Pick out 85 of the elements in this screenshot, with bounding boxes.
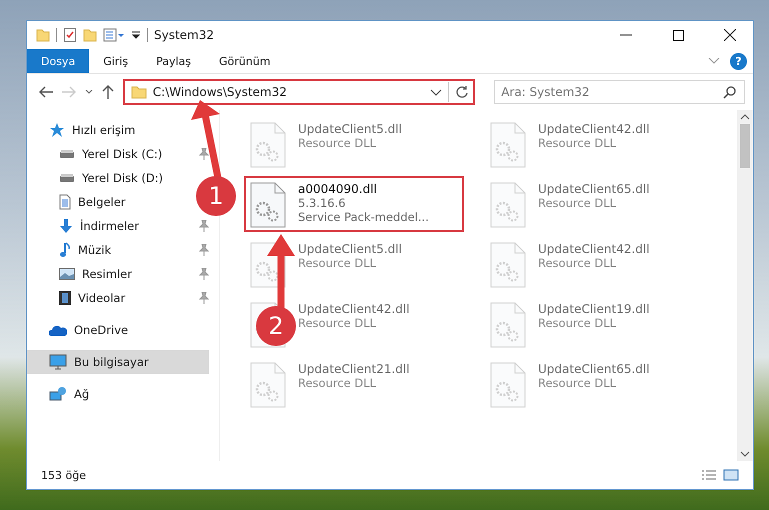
file-detail: Resource DLL bbox=[298, 256, 376, 270]
dropdown-icon[interactable] bbox=[131, 31, 141, 39]
sidebar-item[interactable]: Videolar bbox=[27, 286, 132, 310]
dll-file-icon bbox=[490, 362, 526, 408]
scrollbar-thumb[interactable] bbox=[740, 124, 750, 168]
dll-file-icon bbox=[490, 242, 526, 288]
file-detail: Resource DLL bbox=[298, 136, 376, 150]
pin-icon[interactable] bbox=[199, 220, 209, 232]
folder-icon bbox=[130, 86, 147, 98]
ribbon-tab[interactable]: Giriş bbox=[89, 49, 142, 73]
properties-icon[interactable] bbox=[103, 28, 125, 42]
close-icon bbox=[724, 29, 736, 41]
ribbon-tab[interactable]: Paylaş bbox=[142, 49, 205, 73]
dll-file-icon bbox=[250, 122, 286, 168]
file-name[interactable]: UpdateClient19.dll bbox=[538, 302, 650, 316]
back-icon[interactable] bbox=[39, 86, 53, 98]
chevron-icon[interactable] bbox=[740, 114, 750, 120]
address-field[interactable]: C:\Windows\System32 bbox=[122, 79, 476, 105]
sidebar-item[interactable]: Resimler bbox=[27, 262, 138, 286]
dll-file-icon bbox=[490, 182, 526, 228]
file-detail: Resource DLL bbox=[538, 136, 616, 150]
checklist-icon[interactable] bbox=[63, 27, 77, 43]
dll-file-icon bbox=[250, 362, 286, 408]
item-count: 153 öğe bbox=[41, 468, 86, 482]
sidebar-item[interactable]: OneDrive bbox=[27, 318, 134, 342]
cloud-icon bbox=[49, 324, 67, 336]
chevron-icon[interactable] bbox=[430, 88, 442, 96]
file-detail: Resource DLL bbox=[298, 376, 376, 390]
file-name[interactable]: UpdateClient42.dll bbox=[298, 302, 410, 316]
pin-icon[interactable] bbox=[199, 244, 209, 256]
file-detail: Resource DLL bbox=[538, 316, 616, 330]
file-name[interactable]: UpdateClient42.dll bbox=[538, 122, 650, 136]
file-name[interactable]: UpdateClient65.dll bbox=[538, 362, 650, 376]
picture-icon bbox=[59, 268, 75, 280]
up-icon[interactable] bbox=[102, 85, 114, 99]
file-detail: Resource DLL bbox=[538, 256, 616, 270]
music-note-icon bbox=[59, 242, 71, 258]
file-name[interactable]: a0004090.dll bbox=[298, 182, 377, 196]
refresh-icon[interactable] bbox=[455, 85, 470, 99]
file-detail: Resource DLL bbox=[298, 316, 376, 330]
file-detail: Resource DLL bbox=[538, 196, 616, 210]
sidebar-item[interactable]: Ağ bbox=[27, 382, 96, 406]
sidebar-item[interactable]: Yerel Disk (C:) bbox=[27, 142, 168, 166]
star-icon bbox=[49, 122, 65, 138]
sidebar-item[interactable]: Bu bilgisayar bbox=[27, 350, 209, 374]
sidebar-item[interactable]: Müzik bbox=[27, 238, 118, 262]
sidebar-item[interactable]: Hızlı erişim bbox=[27, 118, 142, 142]
ribbon-tab[interactable]: Görünüm bbox=[205, 49, 284, 73]
chevron-icon[interactable] bbox=[84, 90, 93, 94]
details-view-icon[interactable] bbox=[701, 470, 717, 480]
ribbon-tab[interactable]: Dosya bbox=[27, 49, 90, 73]
help-button[interactable]: ? bbox=[730, 52, 747, 70]
sidebar-item[interactable]: Belgeler bbox=[27, 190, 132, 214]
monitor-icon bbox=[49, 354, 67, 370]
search-icon bbox=[723, 85, 737, 99]
pin-icon[interactable] bbox=[199, 292, 209, 304]
network-icon bbox=[49, 387, 67, 401]
file-name[interactable]: UpdateClient65.dll bbox=[538, 182, 650, 196]
search-field[interactable]: Ara: System32 bbox=[494, 80, 745, 104]
dll-file-icon bbox=[250, 182, 286, 228]
drive-icon bbox=[59, 174, 75, 182]
dll-file-icon bbox=[490, 302, 526, 348]
chevron-icon[interactable] bbox=[740, 451, 750, 457]
document-icon bbox=[59, 194, 71, 210]
film-icon bbox=[59, 290, 71, 306]
dll-file-icon bbox=[490, 122, 526, 168]
file-name[interactable]: UpdateClient5.dll bbox=[298, 122, 402, 136]
window-title: System32 bbox=[154, 28, 214, 42]
maximize-icon bbox=[672, 30, 684, 40]
file-detail: 5.3.16.6 bbox=[298, 196, 346, 210]
file-detail: Service Pack-meddel... bbox=[298, 210, 429, 224]
sidebar-item[interactable]: Yerel Disk (D:) bbox=[27, 166, 170, 190]
minimize-icon bbox=[620, 34, 632, 36]
file-detail: Resource DLL bbox=[538, 376, 616, 390]
scrollbar[interactable] bbox=[737, 110, 753, 461]
file-name[interactable]: UpdateClient21.dll bbox=[298, 362, 410, 376]
file-item[interactable]: a0004090.dll 5.3.16.6 Service Pack-meddel... bbox=[244, 176, 464, 232]
sidebar-item[interactable]: İndirmeler bbox=[27, 214, 145, 238]
download-arrow-icon bbox=[59, 218, 73, 234]
file-name[interactable]: UpdateClient5.dll bbox=[298, 242, 402, 256]
drive-icon bbox=[59, 150, 75, 158]
large-icons-view-icon[interactable] bbox=[723, 469, 739, 481]
pin-icon[interactable] bbox=[199, 268, 209, 280]
pin-icon[interactable] bbox=[199, 148, 209, 160]
file-name[interactable]: UpdateClient42.dll bbox=[538, 242, 650, 256]
